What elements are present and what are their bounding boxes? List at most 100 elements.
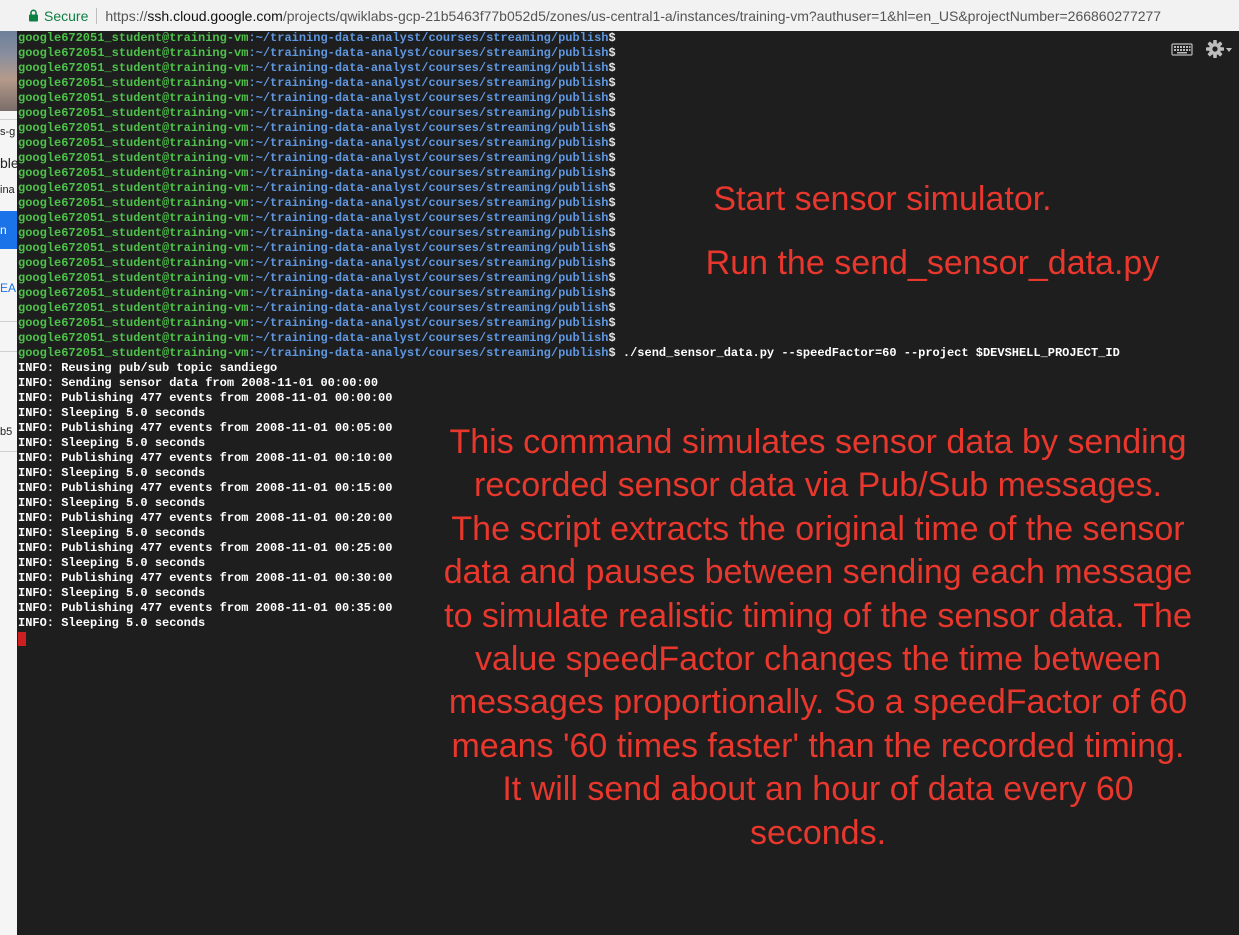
annotation-description: This command simulates sensor data by se… bbox=[443, 423, 1193, 852]
prompt-symbol: $ bbox=[608, 241, 616, 255]
prompt-path: :~/training-data-analyst/courses/streami… bbox=[248, 301, 609, 315]
background-fragment: ina bbox=[0, 184, 15, 196]
background-wallpaper bbox=[0, 31, 17, 111]
prompt-line: google672051_student@training-vm:~/train… bbox=[18, 46, 1120, 61]
prompt-symbol: $ bbox=[608, 91, 616, 105]
prompt-line: google672051_student@training-vm:~/train… bbox=[18, 346, 1120, 361]
prompt-symbol: $ bbox=[608, 121, 616, 135]
prompt-symbol: $ bbox=[608, 331, 616, 345]
prompt-user: google672051_student@training-vm bbox=[18, 106, 249, 120]
url-text[interactable]: https://ssh.cloud.google.com/projects/qw… bbox=[105, 8, 1161, 24]
prompt-path: :~/training-data-analyst/courses/streami… bbox=[248, 61, 609, 75]
prompt-user: google672051_student@training-vm bbox=[18, 91, 249, 105]
background-window-strip: s-g ble ina n EA b5 bbox=[0, 31, 17, 935]
prompt-path: :~/training-data-analyst/courses/streami… bbox=[248, 256, 609, 270]
prompt-path: :~/training-data-analyst/courses/streami… bbox=[248, 91, 609, 105]
terminal-toolbar bbox=[1171, 39, 1233, 59]
background-fragment: EA bbox=[0, 281, 17, 295]
chevron-down-icon bbox=[1226, 48, 1232, 52]
prompt-user: google672051_student@training-vm bbox=[18, 196, 249, 210]
divider bbox=[0, 119, 17, 120]
output-line: INFO: Publishing 477 events from 2008-11… bbox=[18, 391, 393, 405]
prompt-path: :~/training-data-analyst/courses/streami… bbox=[248, 46, 609, 60]
prompt-path: :~/training-data-analyst/courses/streami… bbox=[248, 331, 609, 345]
prompt-symbol: $ bbox=[608, 166, 616, 180]
prompt-symbol: $ bbox=[608, 316, 616, 330]
prompt-line: google672051_student@training-vm:~/train… bbox=[18, 316, 1120, 331]
keyboard-icon[interactable] bbox=[1171, 42, 1193, 56]
prompt-line: google672051_student@training-vm:~/train… bbox=[18, 61, 1120, 76]
prompt-symbol: $ bbox=[608, 136, 616, 150]
prompt-user: google672051_student@training-vm bbox=[18, 46, 249, 60]
prompt-path: :~/training-data-analyst/courses/streami… bbox=[248, 151, 609, 165]
prompt-path: :~/training-data-analyst/courses/streami… bbox=[248, 226, 609, 240]
divider bbox=[0, 451, 17, 452]
prompt-path: :~/training-data-analyst/courses/streami… bbox=[248, 76, 609, 90]
annotation-run-script: Run the send_sensor_data.py bbox=[705, 244, 1160, 282]
prompt-line: google672051_student@training-vm:~/train… bbox=[18, 151, 1120, 166]
prompt-line: google672051_student@training-vm:~/train… bbox=[18, 31, 1120, 46]
prompt-path: :~/training-data-analyst/courses/streami… bbox=[248, 346, 609, 360]
output-line: INFO: Sending sensor data from 2008-11-0… bbox=[18, 376, 379, 390]
command-text: ./send_sensor_data.py --speedFactor=60 -… bbox=[615, 346, 1120, 360]
prompt-line: google672051_student@training-vm:~/train… bbox=[18, 331, 1120, 346]
prompt-symbol: $ bbox=[608, 151, 616, 165]
prompt-line: google672051_student@training-vm:~/train… bbox=[18, 301, 1120, 316]
prompt-symbol: $ bbox=[608, 301, 616, 315]
prompt-symbol: $ bbox=[608, 211, 616, 225]
url-scheme: https:// bbox=[105, 7, 148, 24]
prompt-user: google672051_student@training-vm bbox=[18, 241, 249, 255]
prompt-symbol: $ bbox=[608, 46, 616, 60]
background-fragment: s-g bbox=[0, 126, 16, 138]
prompt-path: :~/training-data-analyst/courses/streami… bbox=[248, 166, 609, 180]
url-host: ssh.cloud.google.com bbox=[147, 7, 283, 24]
address-bar[interactable]: Secure https://ssh.cloud.google.com/proj… bbox=[0, 0, 1239, 32]
prompt-user: google672051_student@training-vm bbox=[18, 61, 249, 75]
prompt-line: google672051_student@training-vm:~/train… bbox=[18, 76, 1120, 91]
prompt-user: google672051_student@training-vm bbox=[18, 181, 249, 195]
prompt-symbol: $ bbox=[608, 196, 616, 210]
lock-icon bbox=[28, 9, 39, 22]
address-separator bbox=[96, 7, 98, 24]
prompt-symbol: $ bbox=[608, 181, 616, 195]
prompt-user: google672051_student@training-vm bbox=[18, 271, 249, 285]
prompt-user: google672051_student@training-vm bbox=[18, 121, 249, 135]
background-fragment: b5 bbox=[0, 426, 13, 438]
prompt-symbol: $ bbox=[608, 256, 616, 270]
prompt-symbol: $ bbox=[608, 346, 616, 360]
prompt-user: google672051_student@training-vm bbox=[18, 316, 249, 330]
prompt-path: :~/training-data-analyst/courses/streami… bbox=[248, 181, 609, 195]
prompt-user: google672051_student@training-vm bbox=[18, 301, 249, 315]
prompt-user: google672051_student@training-vm bbox=[18, 151, 249, 165]
prompt-symbol: $ bbox=[608, 271, 616, 285]
prompt-user: google672051_student@training-vm bbox=[18, 76, 249, 90]
gear-icon[interactable] bbox=[1205, 39, 1233, 59]
prompt-user: google672051_student@training-vm bbox=[18, 31, 249, 45]
prompt-symbol: $ bbox=[608, 61, 616, 75]
prompt-user: google672051_student@training-vm bbox=[18, 166, 249, 180]
prompt-user: google672051_student@training-vm bbox=[18, 256, 249, 270]
prompt-symbol: $ bbox=[608, 76, 616, 90]
prompt-path: :~/training-data-analyst/courses/streami… bbox=[248, 211, 609, 225]
output-line: INFO: Sleeping 5.0 seconds bbox=[18, 406, 206, 420]
secure-label: Secure bbox=[44, 7, 89, 24]
prompt-line: google672051_student@training-vm:~/train… bbox=[18, 106, 1120, 121]
prompt-path: :~/training-data-analyst/courses/streami… bbox=[248, 121, 609, 135]
prompt-path: :~/training-data-analyst/courses/streami… bbox=[248, 316, 609, 330]
prompt-user: google672051_student@training-vm bbox=[18, 331, 249, 345]
prompt-user: google672051_student@training-vm bbox=[18, 286, 249, 300]
output-line: INFO: Reusing pub/sub topic sandiego bbox=[18, 361, 278, 375]
divider bbox=[0, 321, 17, 322]
prompt-path: :~/training-data-analyst/courses/streami… bbox=[248, 271, 609, 285]
prompt-path: :~/training-data-analyst/courses/streami… bbox=[248, 286, 609, 300]
prompt-path: :~/training-data-analyst/courses/streami… bbox=[248, 241, 609, 255]
annotation-start-simulator: Start sensor simulator. bbox=[713, 180, 1052, 218]
prompt-path: :~/training-data-analyst/courses/streami… bbox=[248, 31, 609, 45]
prompt-user: google672051_student@training-vm bbox=[18, 136, 249, 150]
prompt-user: google672051_student@training-vm bbox=[18, 346, 249, 360]
prompt-line: google672051_student@training-vm:~/train… bbox=[18, 121, 1120, 136]
prompt-path: :~/training-data-analyst/courses/streami… bbox=[248, 106, 609, 120]
prompt-path: :~/training-data-analyst/courses/streami… bbox=[248, 136, 609, 150]
prompt-line: google672051_student@training-vm:~/train… bbox=[18, 91, 1120, 106]
divider bbox=[0, 351, 17, 352]
